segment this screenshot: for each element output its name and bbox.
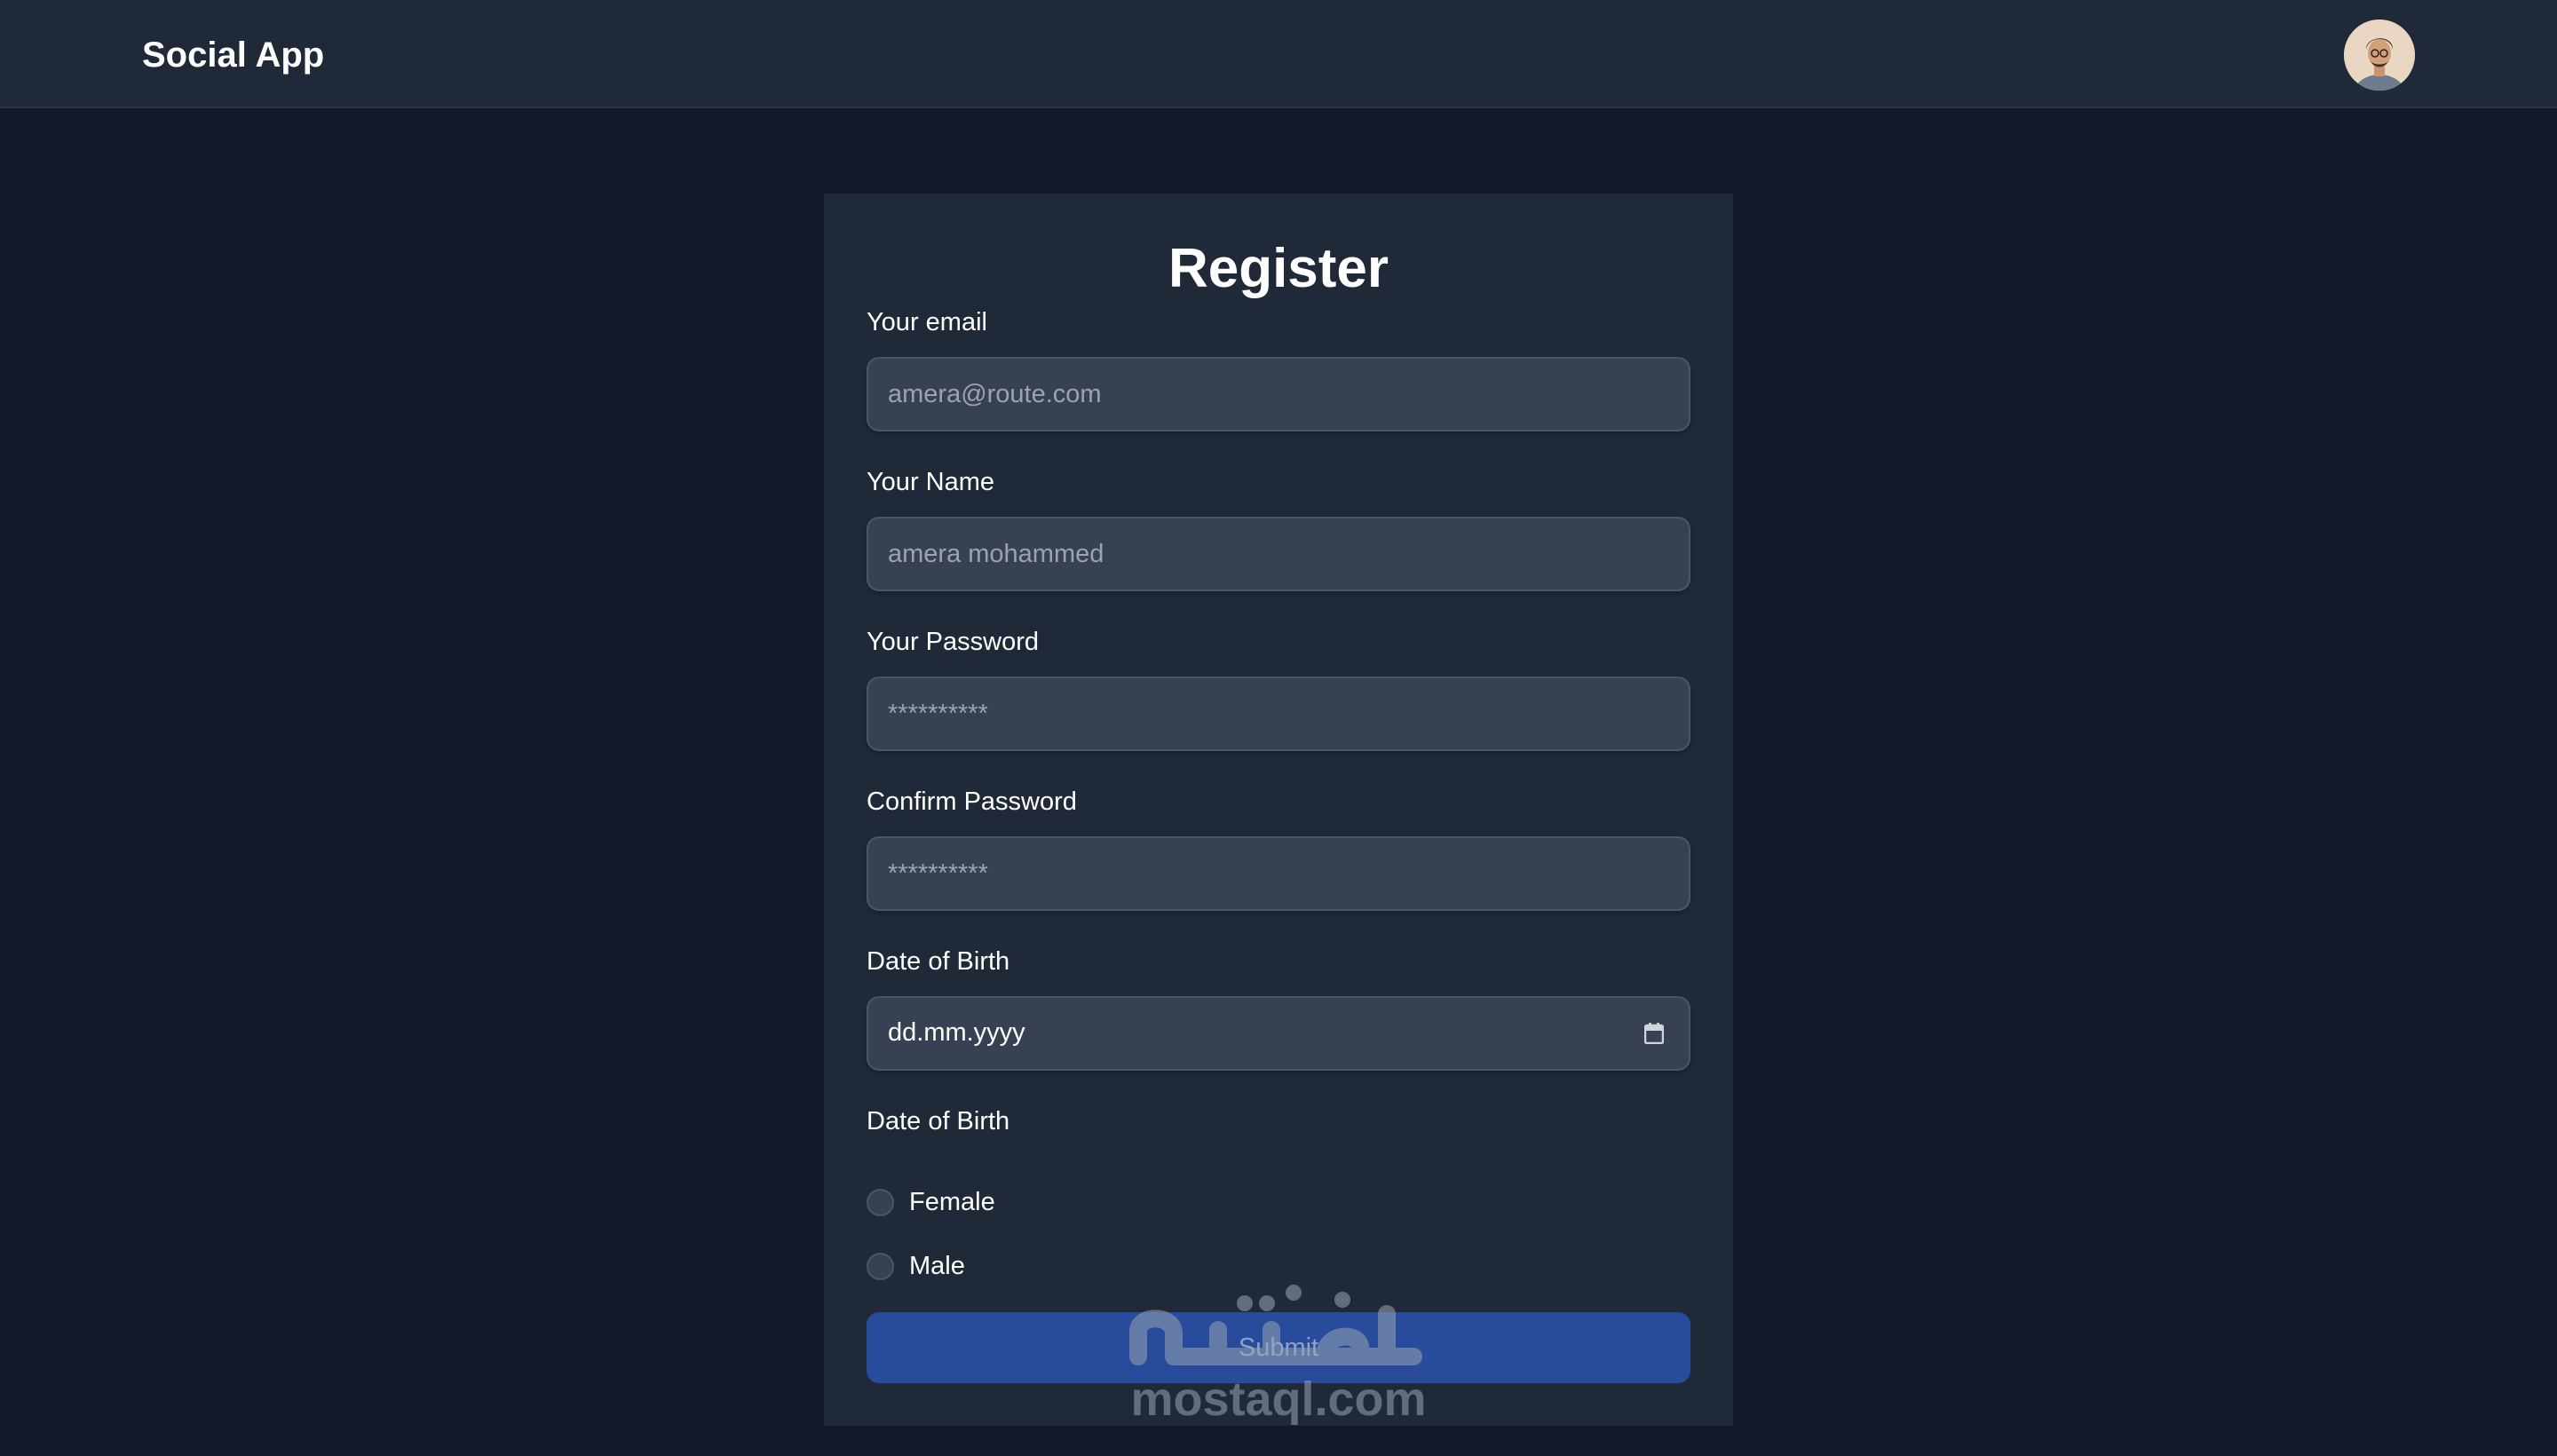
- gender-group-label: Date of Birth: [867, 1107, 1010, 1136]
- user-avatar[interactable]: [2344, 20, 2415, 91]
- female-radio[interactable]: [867, 1189, 894, 1216]
- email-input[interactable]: [867, 357, 1690, 431]
- password-input[interactable]: [867, 677, 1690, 751]
- confirm-password-input[interactable]: [867, 836, 1690, 911]
- avatar-portrait-icon: [2344, 20, 2415, 91]
- brand-logo-text[interactable]: Social App: [142, 34, 324, 76]
- name-label: Your Name: [867, 468, 995, 496]
- confirm-password-label: Confirm Password: [867, 787, 1077, 816]
- submit-button[interactable]: Submit: [867, 1312, 1690, 1383]
- female-radio-label: Female: [909, 1188, 995, 1216]
- register-title: Register: [1168, 238, 1389, 299]
- email-label: Your email: [867, 308, 987, 336]
- calendar-icon[interactable]: [1644, 1023, 1664, 1044]
- date-of-birth-label: Date of Birth: [867, 947, 1010, 976]
- male-radio-label: Male: [909, 1252, 965, 1280]
- male-radio[interactable]: [867, 1253, 894, 1280]
- password-label: Your Password: [867, 628, 1039, 656]
- top-navbar: Social App: [0, 0, 2557, 108]
- date-format-text: dd.mm.yyyy: [888, 1018, 1025, 1047]
- name-input[interactable]: [867, 517, 1690, 591]
